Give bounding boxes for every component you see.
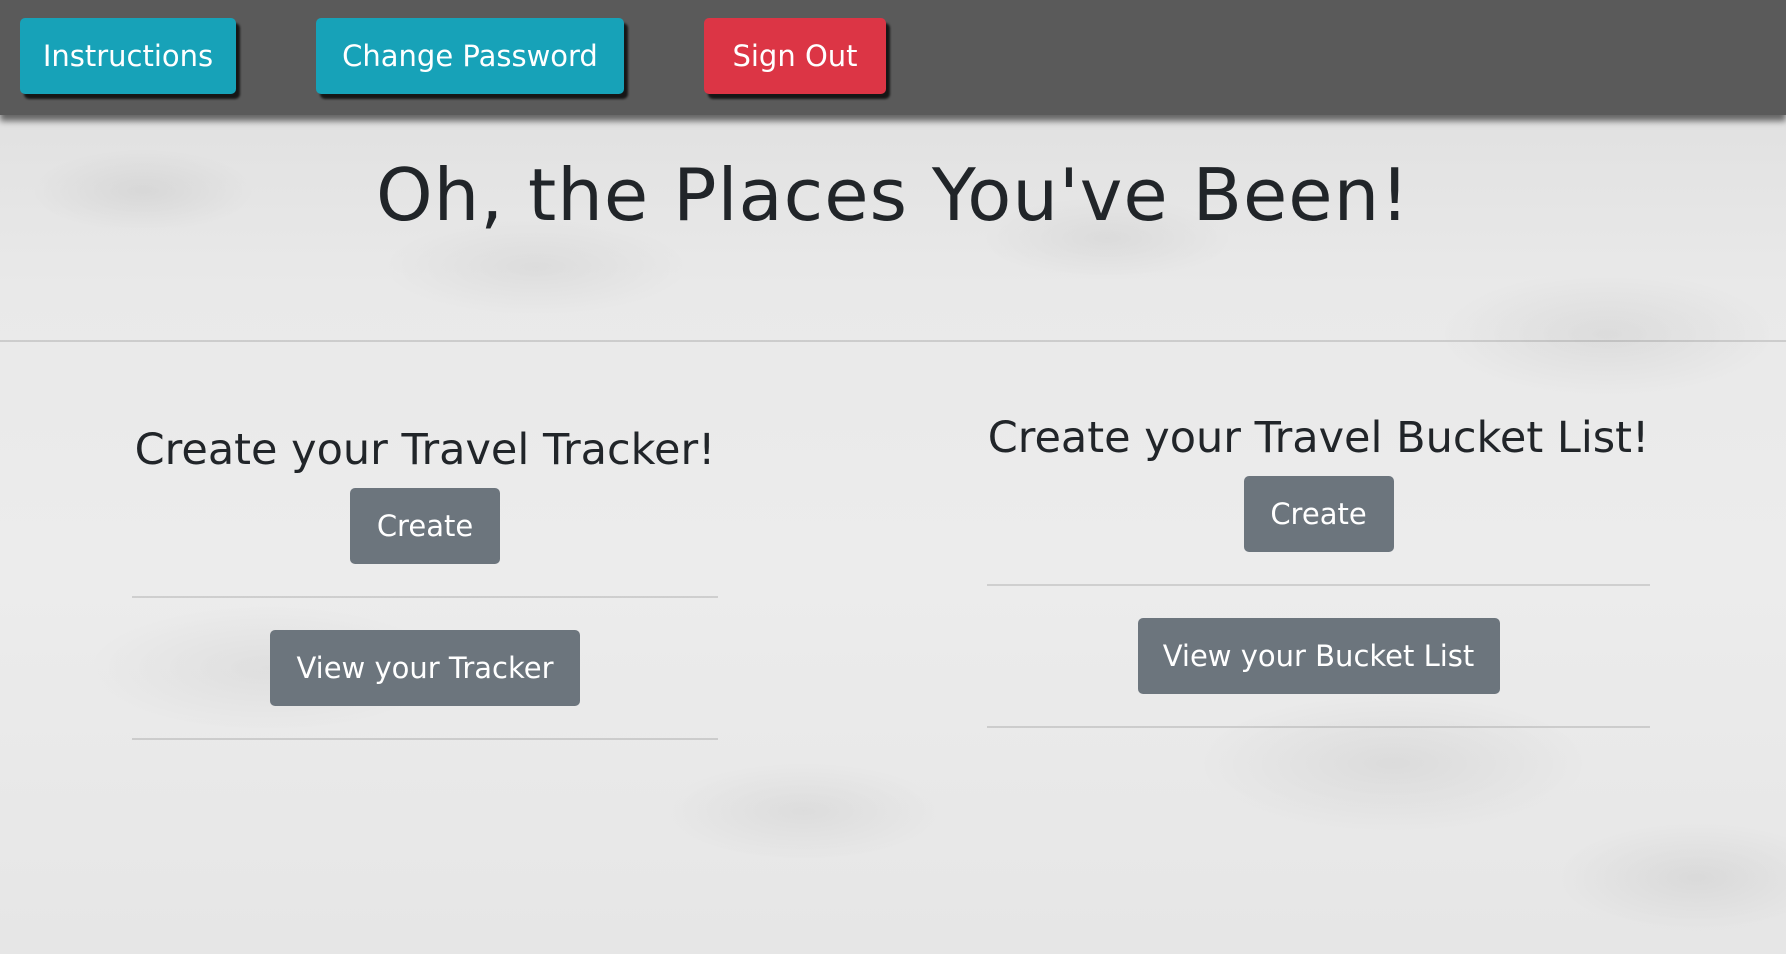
title-divider (0, 340, 1786, 342)
bucket-list-divider (987, 584, 1650, 586)
travel-tracker-heading: Create your Travel Tracker! (134, 425, 716, 475)
tracker-divider (132, 596, 718, 598)
tracker-bottom-divider (132, 738, 718, 740)
view-bucket-list-button[interactable]: View your Bucket List (1137, 618, 1500, 694)
travel-tracker-section: Create your Travel Tracker! Create View … (132, 420, 718, 772)
top-navbar: Instructions Change Password Sign Out (0, 0, 1786, 115)
sign-out-button[interactable]: Sign Out (704, 18, 886, 94)
instructions-button[interactable]: Instructions (20, 18, 236, 94)
view-tracker-button[interactable]: View your Tracker (270, 630, 580, 706)
change-password-button[interactable]: Change Password (316, 18, 624, 94)
bucket-list-section: Create your Travel Bucket List! Create V… (987, 408, 1650, 760)
bucket-list-heading: Create your Travel Bucket List! (987, 413, 1650, 463)
bucket-list-bottom-divider (987, 726, 1650, 728)
create-bucket-list-button[interactable]: Create (1243, 476, 1394, 552)
create-tracker-button[interactable]: Create (350, 488, 500, 564)
page-title: Oh, the Places You've Been! (375, 153, 1411, 237)
